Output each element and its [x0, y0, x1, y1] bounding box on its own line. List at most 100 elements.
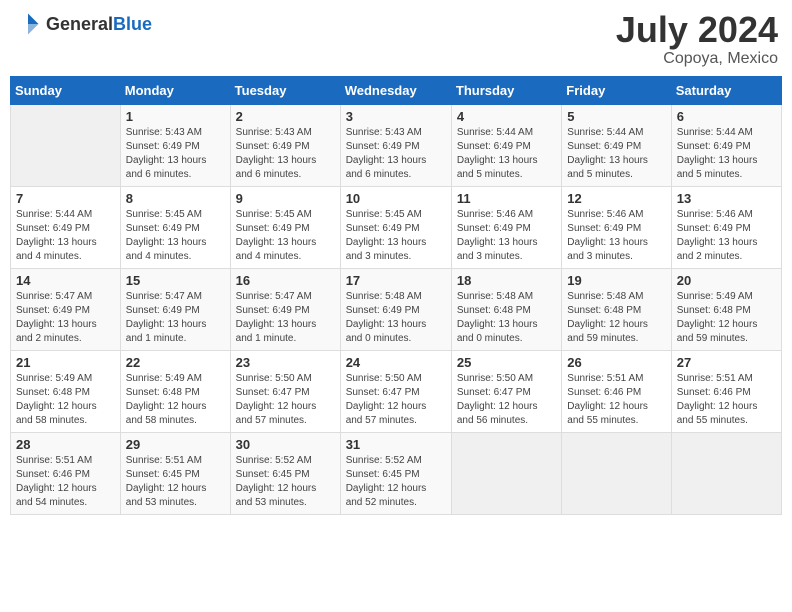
day-info: Sunrise: 5:48 AM Sunset: 6:48 PM Dayligh…	[567, 290, 665, 346]
calendar-week-2: 7Sunrise: 5:44 AM Sunset: 6:49 PM Daylig…	[11, 186, 782, 268]
calendar-cell: 6Sunrise: 5:44 AM Sunset: 6:49 PM Daylig…	[671, 104, 781, 186]
logo-blue: Blue	[113, 14, 152, 34]
weekday-header-thursday: Thursday	[451, 76, 561, 104]
day-info: Sunrise: 5:44 AM Sunset: 6:49 PM Dayligh…	[567, 126, 665, 182]
calendar-cell	[11, 104, 121, 186]
day-number: 26	[567, 355, 665, 370]
calendar-cell: 11 Sunrise: 5:46 AM Sunset: 6:49 PM Dayli…	[451, 186, 561, 268]
calendar-cell: 21Sunrise: 5:49 AM Sunset: 6:48 PM Dayli…	[11, 350, 121, 432]
day-info: Sunrise: 5:44 AM Sunset: 6:49 PM Dayligh…	[457, 126, 556, 182]
day-info: Sunrise: 5:50 AM Sunset: 6:47 PM Dayligh…	[346, 372, 446, 428]
calendar-cell: 28 Sunrise: 5:51 AM Sunset: 6:46 PM Dayli…	[11, 432, 121, 514]
day-info: Sunrise: 5:50 AM Sunset: 6:47 PM Dayligh…	[236, 372, 335, 428]
calendar-cell: 18Sunrise: 5:48 AM Sunset: 6:48 PM Dayli…	[451, 268, 561, 350]
calendar-cell: 10 Sunrise: 5:45 AM Sunset: 6:49 PM Dayli…	[340, 186, 451, 268]
day-number: 10	[346, 191, 446, 206]
day-number: 25	[457, 355, 556, 370]
day-info: Sunrise: 5:47 AM Sunset: 6:49 PM Dayligh…	[16, 290, 115, 346]
day-info: Sunrise: 5:43 AM Sunset: 6:49 PM Dayligh…	[236, 126, 335, 182]
day-number: 29	[126, 437, 225, 452]
day-info: Sunrise: 5:51 AM Sunset: 6:45 PM Dayligh…	[126, 454, 225, 510]
day-number: 20	[677, 273, 776, 288]
day-info: Sunrise: 5:50 AM Sunset: 6:47 PM Dayligh…	[457, 372, 556, 428]
day-number: 31	[346, 437, 446, 452]
calendar-cell: 5Sunrise: 5:44 AM Sunset: 6:49 PM Daylig…	[562, 104, 671, 186]
day-info: Sunrise: 5:49 AM Sunset: 6:48 PM Dayligh…	[126, 372, 225, 428]
day-info: Sunrise: 5:47 AM Sunset: 6:49 PM Dayligh…	[236, 290, 335, 346]
calendar-cell: 27 Sunrise: 5:51 AM Sunset: 6:46 PM Dayli…	[671, 350, 781, 432]
calendar-title: July 2024	[616, 10, 778, 50]
calendar-cell	[562, 432, 671, 514]
calendar-cell: 26 Sunrise: 5:51 AM Sunset: 6:46 PM Dayli…	[562, 350, 671, 432]
day-number: 28	[16, 437, 115, 452]
weekday-header-monday: Monday	[120, 76, 230, 104]
calendar-cell: 7Sunrise: 5:44 AM Sunset: 6:49 PM Daylig…	[11, 186, 121, 268]
day-info: Sunrise: 5:46 AM Sunset: 6:49 PM Dayligh…	[677, 208, 776, 264]
calendar-cell: 25 Sunrise: 5:50 AM Sunset: 6:47 PM Dayli…	[451, 350, 561, 432]
title-block: July 2024 Copoya, Mexico	[616, 10, 778, 68]
calendar-week-3: 14 Sunrise: 5:47 AM Sunset: 6:49 PM Dayli…	[11, 268, 782, 350]
day-number: 11	[457, 191, 556, 206]
day-number: 22	[126, 355, 225, 370]
calendar-cell	[671, 432, 781, 514]
calendar-cell: 2 Sunrise: 5:43 AM Sunset: 6:49 PM Daylig…	[230, 104, 340, 186]
calendar-cell: 12Sunrise: 5:46 AM Sunset: 6:49 PM Dayli…	[562, 186, 671, 268]
weekday-header-wednesday: Wednesday	[340, 76, 451, 104]
calendar-week-5: 28 Sunrise: 5:51 AM Sunset: 6:46 PM Dayli…	[11, 432, 782, 514]
calendar-cell	[451, 432, 561, 514]
day-info: Sunrise: 5:52 AM Sunset: 6:45 PM Dayligh…	[236, 454, 335, 510]
calendar-cell: 15 Sunrise: 5:47 AM Sunset: 6:49 PM Dayli…	[120, 268, 230, 350]
calendar-cell: 20 Sunrise: 5:49 AM Sunset: 6:48 PM Dayli…	[671, 268, 781, 350]
calendar-cell: 14 Sunrise: 5:47 AM Sunset: 6:49 PM Dayli…	[11, 268, 121, 350]
logo-general: General	[46, 14, 113, 34]
calendar-cell: 23 Sunrise: 5:50 AM Sunset: 6:47 PM Dayli…	[230, 350, 340, 432]
calendar-cell: 29 Sunrise: 5:51 AM Sunset: 6:45 PM Dayli…	[120, 432, 230, 514]
day-number: 2	[236, 109, 335, 124]
logo-icon	[14, 10, 42, 38]
day-number: 21	[16, 355, 115, 370]
weekday-header-tuesday: Tuesday	[230, 76, 340, 104]
calendar-cell: 31 Sunrise: 5:52 AM Sunset: 6:45 PM Dayli…	[340, 432, 451, 514]
day-number: 27	[677, 355, 776, 370]
calendar-cell: 30 Sunrise: 5:52 AM Sunset: 6:45 PM Dayli…	[230, 432, 340, 514]
day-info: Sunrise: 5:43 AM Sunset: 6:49 PM Dayligh…	[346, 126, 446, 182]
day-number: 23	[236, 355, 335, 370]
day-info: Sunrise: 5:43 AM Sunset: 6:49 PM Dayligh…	[126, 126, 225, 182]
day-number: 17	[346, 273, 446, 288]
day-number: 14	[16, 273, 115, 288]
day-info: Sunrise: 5:44 AM Sunset: 6:49 PM Dayligh…	[16, 208, 115, 264]
day-info: Sunrise: 5:51 AM Sunset: 6:46 PM Dayligh…	[677, 372, 776, 428]
weekday-header-friday: Friday	[562, 76, 671, 104]
calendar-cell: 22 Sunrise: 5:49 AM Sunset: 6:48 PM Dayli…	[120, 350, 230, 432]
logo: GeneralBlue	[14, 10, 152, 38]
day-info: Sunrise: 5:47 AM Sunset: 6:49 PM Dayligh…	[126, 290, 225, 346]
day-info: Sunrise: 5:51 AM Sunset: 6:46 PM Dayligh…	[16, 454, 115, 510]
weekday-header-saturday: Saturday	[671, 76, 781, 104]
day-number: 19	[567, 273, 665, 288]
day-number: 15	[126, 273, 225, 288]
day-info: Sunrise: 5:48 AM Sunset: 6:49 PM Dayligh…	[346, 290, 446, 346]
day-info: Sunrise: 5:45 AM Sunset: 6:49 PM Dayligh…	[346, 208, 446, 264]
day-number: 4	[457, 109, 556, 124]
day-number: 24	[346, 355, 446, 370]
day-info: Sunrise: 5:45 AM Sunset: 6:49 PM Dayligh…	[236, 208, 335, 264]
day-info: Sunrise: 5:51 AM Sunset: 6:46 PM Dayligh…	[567, 372, 665, 428]
day-info: Sunrise: 5:49 AM Sunset: 6:48 PM Dayligh…	[677, 290, 776, 346]
page-header: GeneralBlue July 2024 Copoya, Mexico	[10, 10, 782, 68]
weekday-header-sunday: Sunday	[11, 76, 121, 104]
calendar-cell: 19 Sunrise: 5:48 AM Sunset: 6:48 PM Dayli…	[562, 268, 671, 350]
day-number: 1	[126, 109, 225, 124]
calendar-week-4: 21 Sunrise: 5:49 AM Sunset: 6:48 PM Dayli…	[11, 350, 782, 432]
day-info: Sunrise: 5:45 AM Sunset: 6:49 PM Dayligh…	[126, 208, 225, 264]
day-info: Sunrise: 5:52 AM Sunset: 6:45 PM Dayligh…	[346, 454, 446, 510]
day-number: 30	[236, 437, 335, 452]
calendar-cell: 1 Sunrise: 5:43 AM Sunset: 6:49 PM Daylig…	[120, 104, 230, 186]
calendar-table: SundayMondayTuesdayWednesdayThursdayFrid…	[10, 76, 782, 515]
day-number: 16	[236, 273, 335, 288]
day-number: 12	[567, 191, 665, 206]
calendar-cell: 24 Sunrise: 5:50 AM Sunset: 6:47 PM Dayli…	[340, 350, 451, 432]
calendar-week-1: 1 Sunrise: 5:43 AM Sunset: 6:49 PM Daylig…	[11, 104, 782, 186]
calendar-cell: 16 Sunrise: 5:47 AM Sunset: 6:49 PM Dayli…	[230, 268, 340, 350]
day-info: Sunrise: 5:48 AM Sunset: 6:48 PM Dayligh…	[457, 290, 556, 346]
day-info: Sunrise: 5:46 AM Sunset: 6:49 PM Dayligh…	[457, 208, 556, 264]
